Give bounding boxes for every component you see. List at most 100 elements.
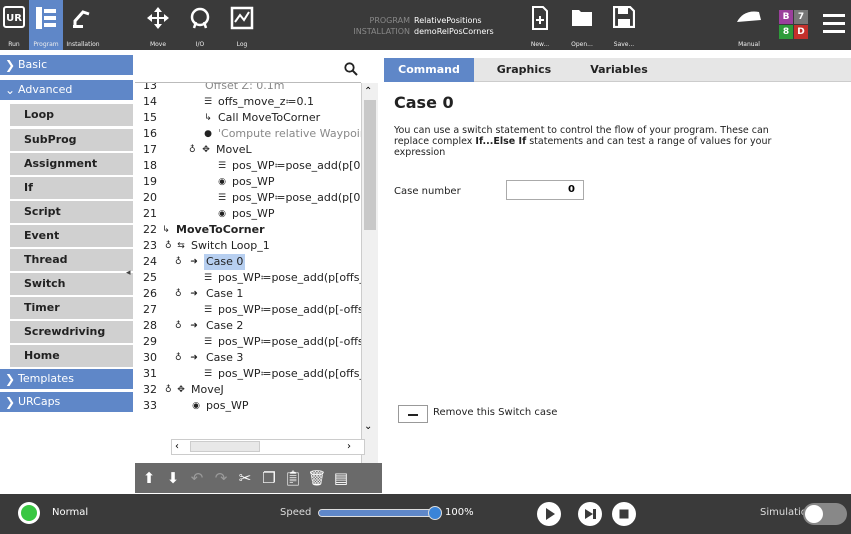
menu-item-timer[interactable]: Timer [10,297,133,319]
program-tab-button[interactable]: Program [29,0,63,50]
line-number: 14 [143,95,157,108]
tree-vertical-scroll-thumb[interactable] [364,100,376,230]
program-node-menu: ❯ Basic ⌄ Advanced Loop SubProg Assignment… [0,55,133,490]
move-down-icon[interactable]: ⬇ [163,467,183,489]
tab-graphics[interactable]: Graphics [474,58,574,82]
category-urcaps-label: URCaps [18,395,61,408]
menu-item-event[interactable]: Event [10,225,133,247]
tab-variables[interactable]: Variables [574,58,664,82]
collapse-menu-handle[interactable]: ◂ [126,268,131,278]
scroll-left-icon[interactable]: ‹ [175,441,179,452]
waypoint-icon: ◉ [218,209,226,219]
program-info: PROGRAM RelativePositions INSTALLATION dem… [330,15,493,37]
program-tree-icon [36,7,56,29]
program-tree: 13 Offset Z: 0.1m 14 ☰ offs_move_z≔0.1 15 ↳ C… [135,83,361,493]
menu-item-script[interactable]: Script [10,201,133,223]
category-basic[interactable]: ❯ Basic [0,55,133,75]
line-number: 33 [143,399,157,412]
tab-command[interactable]: Command [384,58,474,82]
case-arrow-icon: ➜ [190,289,198,299]
tree-search-input[interactable] [135,58,361,83]
tree-node-label: offs_move_z≔0.1 [218,95,315,108]
menu-item-home[interactable]: Home [10,345,133,367]
line-number: 29 [143,335,157,348]
menu-item-screwdriving[interactable]: Screwdriving [10,321,133,343]
category-templates[interactable]: ❯ Templates [0,369,133,389]
redo-icon[interactable]: ↷ [211,467,231,489]
search-icon[interactable] [344,62,358,76]
case-arrow-icon: ➜ [190,353,198,363]
step-button[interactable] [578,502,602,526]
menu-item-subprog[interactable]: SubProg [10,129,133,151]
play-icon [546,508,555,520]
category-advanced[interactable]: ⌄ Advanced [0,80,133,100]
tree-node-label: Switch Loop_1 [191,239,270,252]
expand-pin-icon[interactable]: ♁ [189,142,196,158]
log-tab-button[interactable]: Log [226,0,258,50]
description-keyword: If...Else If [475,136,527,147]
run-tab-label: Run [8,41,20,48]
menu-item-switch[interactable]: Switch [10,273,133,295]
program-name: RelativePositions [414,16,482,25]
speed-slider-knob[interactable] [428,506,442,520]
expand-pin-icon[interactable]: ♁ [165,238,172,254]
checksum-char-2: 7 [794,10,808,24]
tree-node-label: pos_WP≔pose_add(p[offs_ [218,367,361,380]
scroll-up-icon[interactable]: ⌃ [364,86,372,97]
move-tab-button[interactable]: Move [142,0,174,50]
scroll-right-icon[interactable]: › [347,441,351,452]
simulation-toggle-knob[interactable] [805,505,823,523]
checksum-char-1: B [779,10,793,24]
cut-icon[interactable]: ✂ [235,467,255,489]
line-number: 17 [143,143,157,156]
line-number: 13 [143,83,157,92]
play-button[interactable] [537,502,561,526]
undo-icon[interactable]: ↶ [187,467,207,489]
move-arrows-icon [147,7,169,29]
assignment-icon: ☰ [217,193,227,203]
open-program-button[interactable]: Open... [566,0,598,50]
expand-pin-icon[interactable]: ♁ [165,382,172,398]
menu-item-if[interactable]: If [10,177,133,199]
manual-mode-button[interactable]: Manual [730,0,768,50]
log-tab-label: Log [236,41,248,48]
installation-tab-button[interactable]: Installation [64,0,102,50]
remove-case-button[interactable] [398,405,428,423]
program-tree-panel: 13 Offset Z: 0.1m 14 ☰ offs_move_z≔0.1 15 ↳ C… [135,55,382,493]
expand-pin-icon[interactable]: ♁ [175,350,182,366]
io-tab-button[interactable]: I/O [184,0,216,50]
header-bar: UR Run Program Installation Move I/O Log… [0,0,851,50]
category-templates-label: Templates [18,372,74,385]
scroll-down-icon[interactable]: ⌄ [364,421,372,432]
case-number-input[interactable]: 0 [506,180,584,200]
footer-bar: Normal Speed 100% Simulation [0,494,851,534]
menu-item-assignment[interactable]: Assignment [10,153,133,175]
comment-icon: ● [204,129,212,139]
menu-item-loop[interactable]: Loop [10,104,133,126]
delete-icon[interactable]: 🗑︎ [307,467,327,489]
move-icon: ✥ [177,385,185,395]
paste-icon[interactable]: 📋︎ [283,467,303,489]
tree-node-label: pos_WP [232,175,275,188]
run-tab-button[interactable]: UR Run [0,0,28,50]
case-arrow-icon: ➜ [190,321,198,331]
copy-icon[interactable]: ❐ [259,467,279,489]
tree-node-selected: Case 0 [204,254,246,270]
tree-horizontal-scroll-thumb[interactable] [190,441,260,452]
expand-pin-icon[interactable]: ♁ [175,318,182,334]
suppress-icon[interactable]: ▤ [331,467,351,489]
stop-button[interactable] [612,502,636,526]
save-program-button[interactable]: Save... [608,0,640,50]
hamburger-menu-button[interactable] [823,14,845,34]
expand-pin-icon[interactable]: ♁ [175,254,182,270]
tree-node-label: pos_WP≔pose_add(p[-offs [218,303,361,316]
move-up-icon[interactable]: ⬆ [139,467,159,489]
robot-status-indicator[interactable] [18,502,40,524]
node-config-panel: Command Graphics Variables Case 0 You ca… [384,55,851,490]
new-program-button[interactable]: New... [524,0,556,50]
speed-slider[interactable] [318,509,438,517]
category-urcaps[interactable]: ❯ URCaps [0,392,133,412]
menu-item-thread[interactable]: Thread [10,249,133,271]
assignment-icon: ☰ [203,305,213,315]
expand-pin-icon[interactable]: ♁ [175,286,182,302]
